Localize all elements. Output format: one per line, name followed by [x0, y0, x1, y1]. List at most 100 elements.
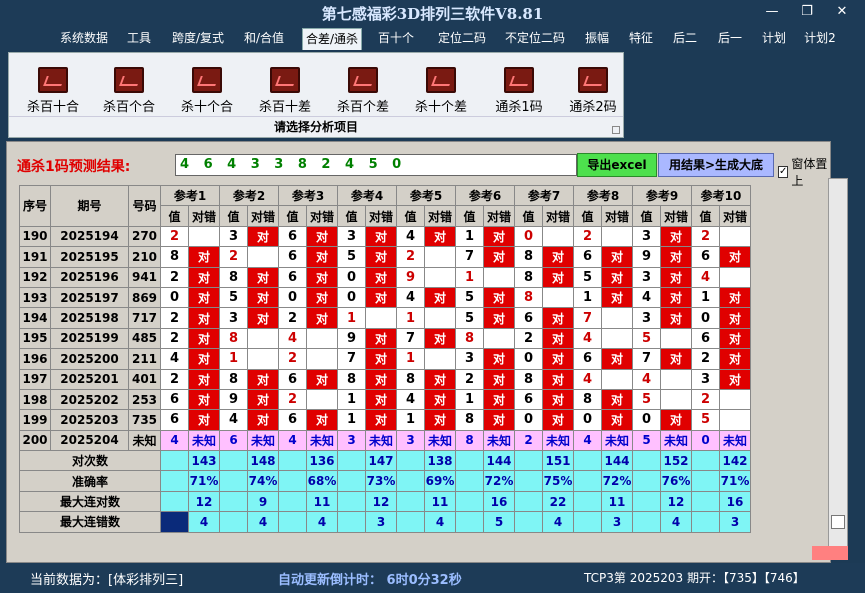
ref-value: 8: [219, 266, 248, 288]
menu-item[interactable]: 振幅: [580, 28, 614, 50]
stat-spacer: [514, 490, 543, 513]
future-value: 4: [573, 429, 602, 452]
ref-value: 6: [160, 409, 189, 431]
ref-result: [188, 225, 220, 248]
menu-item[interactable]: 后一: [713, 28, 747, 50]
ref-value: 8: [514, 246, 543, 268]
ref-result: [601, 368, 633, 390]
stat-value: 4: [542, 511, 574, 533]
ref-value: 1: [573, 286, 602, 309]
menu-item[interactable]: 特征: [624, 28, 658, 50]
ribbon-button-label: 杀百十合: [26, 100, 79, 115]
close-icon[interactable]: ✕: [830, 3, 854, 21]
table-row[interactable]: 194 2025198 717 2 对 3 对 2 对 1 1 5 对 6 对 7 3 对 0 对: [19, 307, 751, 329]
ribbon-expand-icon[interactable]: [612, 126, 620, 134]
menu-item[interactable]: 工具: [122, 28, 156, 50]
row-number: 735: [128, 409, 161, 431]
header-ref: 参考5: [396, 184, 456, 207]
menu-item[interactable]: 计划2: [801, 28, 839, 50]
stat-value: 4: [660, 511, 692, 533]
ribbon-button[interactable]: 杀百十合: [17, 65, 89, 115]
ref-result: 对: [365, 348, 397, 370]
stat-spacer: [337, 490, 366, 513]
ribbon-button[interactable]: 杀百个差: [327, 65, 399, 115]
export-excel-button[interactable]: 导出excel: [577, 153, 657, 177]
stat-value: 5: [483, 511, 515, 533]
ribbon-button[interactable]: 杀十个差: [405, 65, 477, 115]
table-row[interactable]: 198 2025202 253 6 对 9 对 2 1 对 4 对 1 对 6 对 8 对 5 2: [19, 388, 751, 411]
ref-result: 对: [247, 307, 279, 329]
stat-spacer: [160, 470, 189, 492]
ribbon-button[interactable]: 杀百十差: [249, 65, 321, 115]
minimize-icon[interactable]: —: [760, 3, 784, 21]
ref-result: 对: [601, 246, 633, 268]
ribbon-button[interactable]: 杀十个合: [171, 65, 243, 115]
stat-spacer: [632, 470, 661, 492]
menu-item[interactable]: 百十个: [376, 28, 416, 50]
ref-result: 对: [247, 388, 279, 411]
ref-value: 8: [219, 368, 248, 390]
row-number: 869: [128, 286, 161, 309]
table-row[interactable]: 193 2025197 869 0 对 5 对 0 对 0 对 4 对 5 对 8 1 对 4 对 1 对: [19, 286, 751, 309]
menu-item[interactable]: 和/合值: [240, 28, 288, 50]
ref-value: 6: [691, 327, 720, 350]
maximize-icon[interactable]: ❐: [795, 3, 819, 21]
ribbon-button[interactable]: 通杀2码: [557, 65, 629, 115]
topmost-check-icon[interactable]: ✓: [778, 166, 789, 178]
stat-spacer: [396, 511, 425, 533]
prediction-result-field[interactable]: 4 6 4 3 3 8 2 4 5 0: [175, 154, 577, 176]
subheader-value: 值: [219, 205, 248, 227]
stat-value: 4: [188, 511, 220, 533]
menu-item[interactable]: 定位二码: [433, 28, 491, 50]
ref-result: 对: [188, 368, 220, 390]
menu-item[interactable]: 合差/通杀: [302, 28, 362, 50]
ref-result: 对: [542, 409, 574, 431]
stat-spacer: [573, 511, 602, 533]
ref-result: 对: [306, 225, 338, 248]
ref-result: [365, 307, 397, 329]
scroll-thumb[interactable]: [831, 515, 845, 529]
table-row[interactable]: 192 2025196 941 2 对 8 对 6 对 0 对 9 1 8 对 5 对 3 对 4: [19, 266, 751, 288]
table-row[interactable]: 199 2025203 735 6 对 4 对 6 对 1 对 1 对 8 对 0 对 0 对 0 对 5: [19, 409, 751, 431]
row-period: 2025201: [50, 368, 129, 390]
ref-value: 6: [691, 246, 720, 268]
table-row[interactable]: 195 2025199 485 2 对 8 4 9 对 7 对 8 2 对 4 5 6 对: [19, 327, 751, 350]
menu-item[interactable]: 系统数据: [55, 28, 113, 50]
ref-value: 2: [160, 266, 189, 288]
menu-item[interactable]: 后二: [668, 28, 702, 50]
stat-value: 11: [306, 490, 338, 513]
row-seq: 196: [19, 348, 51, 370]
row-seq: 198: [19, 388, 51, 411]
stat-spacer: [337, 511, 366, 533]
menu-item[interactable]: 不定位二码: [499, 28, 571, 50]
stat-value: 143: [188, 450, 220, 472]
ref-value: 5: [219, 286, 248, 309]
ref-value: 3: [219, 225, 248, 248]
menu-item[interactable]: 跨度/复式: [166, 28, 230, 50]
ribbon-button[interactable]: 通杀1码: [483, 65, 555, 115]
table-row-future[interactable]: 200 2025204 未知 4 未知 6 未知 4 未知 3 未知 3 未知 8 未知 2 未知 4 未知 5 未知 0…: [19, 429, 751, 452]
row-number: 211: [128, 348, 161, 370]
stat-spacer: [160, 511, 189, 533]
vertical-scrollbar[interactable]: [828, 178, 848, 550]
menu-item[interactable]: 计划: [757, 28, 791, 50]
table-row[interactable]: 197 2025201 401 2 对 8 对 6 对 8 对 8 对 2 对 8 对 4 4 3 对: [19, 368, 751, 390]
header-ref: 参考7: [514, 184, 574, 207]
ref-value: 0: [278, 286, 307, 309]
chart-icon: [426, 67, 456, 93]
future-result: 未知: [601, 429, 633, 452]
table-row[interactable]: 196 2025200 211 4 对 1 2 7 对 1 3 对 0 对 6 对 7 对 2 对: [19, 348, 751, 370]
generate-base-button[interactable]: 用结果>生成大底: [658, 153, 774, 177]
stat-row: 准确率 71% 74% 68% 73% 69% 72% 75% 72% 76% 71%: [19, 470, 751, 492]
table-row[interactable]: 190 2025194 270 2 3 对 6 对 3 对 4 对 1 对 0 2 3 对 2: [19, 225, 751, 248]
future-value: 6: [219, 429, 248, 452]
topmost-checkbox[interactable]: ✓ 窗体置上: [778, 155, 830, 189]
subheader-result: 对错: [188, 205, 220, 227]
stat-value: 11: [601, 490, 633, 513]
stat-spacer: [573, 450, 602, 472]
ribbon-button[interactable]: 杀百个合: [93, 65, 165, 115]
ref-value: 2: [396, 246, 425, 268]
header-ref: 参考6: [455, 184, 515, 207]
ref-result: 对: [483, 409, 515, 431]
table-row[interactable]: 191 2025195 210 8 对 2 6 对 5 对 2 7 对 8 对 6 对 9 对 6 对: [19, 246, 751, 268]
